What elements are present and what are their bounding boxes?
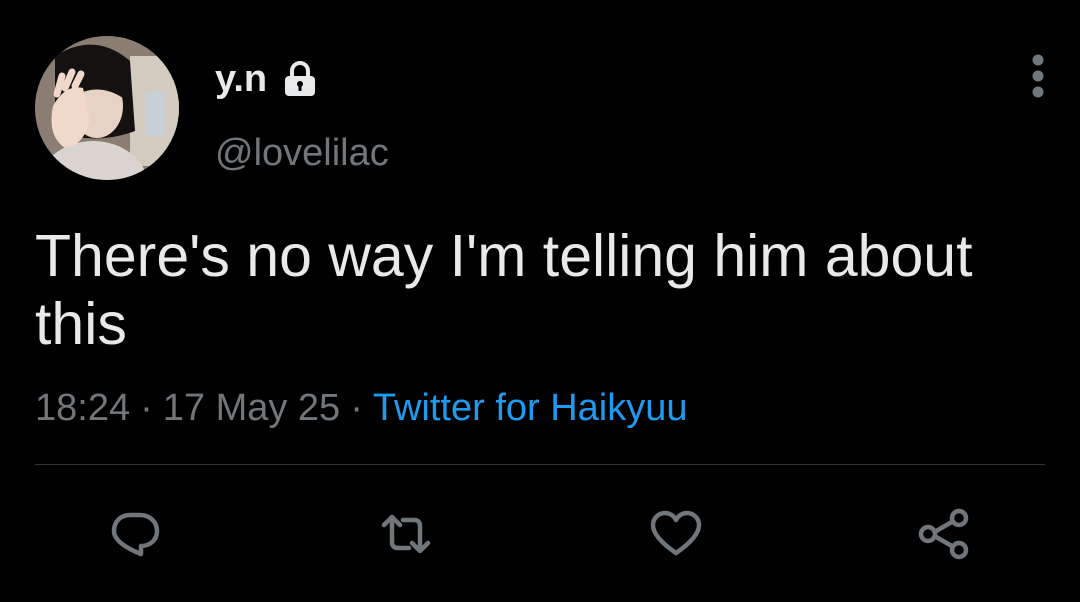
reply-button[interactable]	[107, 506, 163, 562]
avatar-photo	[35, 36, 179, 180]
tweet-time[interactable]: 18:24	[35, 387, 130, 429]
retweet-icon	[381, 514, 431, 554]
like-button[interactable]	[648, 506, 704, 562]
meta-separator: ·	[350, 387, 363, 429]
retweet-button[interactable]	[378, 506, 434, 562]
display-name-row[interactable]: y.n	[215, 60, 319, 98]
tweet-text: There's no way I'm telling him about thi…	[35, 223, 973, 357]
display-name[interactable]: y.n	[215, 60, 267, 98]
lock-icon	[281, 60, 319, 98]
tweet-meta: 18:24 · 17 May 25 · Twitter for Haikyuu	[35, 386, 688, 430]
tweet-source-link[interactable]: Twitter for Haikyuu	[373, 387, 688, 429]
tweet-date[interactable]: 17 May 25	[163, 387, 340, 429]
more-options-icon[interactable]	[1020, 54, 1056, 98]
share-button[interactable]	[916, 506, 972, 562]
reply-icon	[111, 512, 160, 557]
heart-icon	[650, 510, 702, 556]
avatar[interactable]	[35, 36, 179, 180]
divider	[35, 464, 1045, 465]
share-icon	[918, 508, 969, 560]
meta-separator: ·	[140, 387, 153, 429]
username[interactable]: @lovelilac	[215, 134, 389, 172]
